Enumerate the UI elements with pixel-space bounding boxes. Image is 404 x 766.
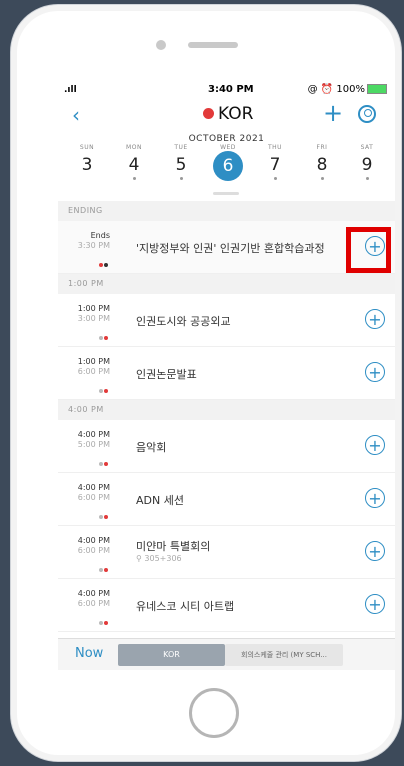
status-time: 3:40 PM [208,84,254,95]
day-fri[interactable]: FRI 8 [299,144,345,180]
event-row[interactable]: Ends 3:30 PM '지방정부와 인권' 인권기반 혼합학습과정 + [58,221,395,274]
day-tue[interactable]: TUE 5 [158,144,204,180]
event-dots [98,557,112,572]
event-dots [98,378,112,393]
battery-percent: 100% [336,84,365,95]
speaker-bar [188,42,238,48]
event-start: 1:00 PM [77,357,110,366]
event-dots [98,610,112,625]
event-start: 1:00 PM [77,304,110,313]
page-title: KOR [203,104,253,124]
event-dots [98,504,112,519]
tab-my-schedule[interactable]: 회의스케줄 관리 (MY SCH... [225,644,343,666]
day-thu[interactable]: THU 7 [252,144,298,180]
battery-icon [367,84,387,94]
event-title: ADN 세션 [136,494,184,507]
event-row[interactable]: 1:00 PM 3:00 PM 인권도시와 공공외교 + [58,294,395,347]
event-end: 6:00 PM [77,546,110,555]
back-icon[interactable]: ‹ [72,103,80,127]
event-end: 6:00 PM [77,367,110,376]
add-to-schedule-icon[interactable]: + [365,594,385,614]
event-start: 4:00 PM [77,536,110,545]
highlight-box [346,227,391,273]
status-right: @ ⏰ 100% [308,84,387,95]
selected-day-indicator [213,192,239,195]
now-button[interactable]: Now [75,646,103,661]
event-row[interactable]: 4:00 PM 6:00 PM 미얀마 특별회의 ⚲ 305+306 + [58,526,395,579]
day-wed-selected[interactable]: WED 6 [205,144,251,181]
event-dots [98,252,112,267]
event-end: 6:00 PM [77,493,110,502]
week-strip: SUN 3 MON 4 TUE 5 WED 6 THU 7 FRI 8 SAT 9 [58,144,395,192]
event-title: 음악회 [136,441,167,454]
event-end: 3:30 PM [77,241,110,250]
profile-icon[interactable] [358,105,376,123]
nav-bar: ‹ KOR + [58,99,395,131]
event-list: ENDING Ends 3:30 PM '지방정부와 인권' 인권기반 혼합학습… [58,201,395,632]
tab-kor[interactable]: KOR [118,644,225,666]
event-start: Ends [90,231,110,240]
event-row[interactable]: 4:00 PM 6:00 PM ADN 세션 + [58,473,395,526]
add-to-schedule-icon[interactable]: + [365,309,385,329]
add-icon[interactable]: + [323,99,343,127]
event-dots [98,325,112,340]
event-title: 유네스코 시티 아트랩 [136,600,235,613]
month-label: OCTOBER 2021 [188,134,265,144]
event-end: 5:00 PM [77,440,110,449]
event-end: 3:00 PM [77,314,110,323]
day-mon[interactable]: MON 4 [111,144,157,180]
event-start: 4:00 PM [77,589,110,598]
event-row[interactable]: 4:00 PM 6:00 PM 유네스코 시티 아트랩 + [58,579,395,632]
event-row[interactable]: 1:00 PM 6:00 PM 인권논문발표 + [58,347,395,400]
event-start: 4:00 PM [77,430,110,439]
bottom-bar: Now KOR 회의스케줄 관리 (MY SCH... [58,638,395,670]
add-to-schedule-icon[interactable]: + [365,541,385,561]
event-title: 인권도시와 공공외교 [136,315,231,328]
status-bar: .ıll 3:40 PM @ ⏰ 100% [58,81,395,99]
section-header: 1:00 PM [58,274,395,294]
camera-dot [156,40,166,50]
event-title: '지방정부와 인권' 인권기반 혼합학습과정 [136,242,325,255]
signal-icon: .ıll [64,85,77,95]
day-sat[interactable]: SAT 9 [344,144,390,180]
event-location: ⚲ 305+306 [136,554,182,563]
app-screen: .ıll 3:40 PM @ ⏰ 100% ‹ KOR + OCTOBER 20… [58,81,395,670]
day-sun[interactable]: SUN 3 [64,144,110,177]
event-start: 4:00 PM [77,483,110,492]
add-to-schedule-icon[interactable]: + [365,435,385,455]
phone-frame: .ıll 3:40 PM @ ⏰ 100% ‹ KOR + OCTOBER 20… [10,4,402,762]
add-to-schedule-icon[interactable]: + [365,488,385,508]
event-title: 인권논문발표 [136,368,197,381]
home-button[interactable] [189,688,239,738]
red-dot-icon [203,108,214,119]
event-row[interactable]: 4:00 PM 5:00 PM 음악회 + [58,420,395,473]
event-dots [98,451,112,466]
section-header: ENDING [58,201,395,221]
event-title: 미얀마 특별회의 [136,540,211,553]
add-to-schedule-icon[interactable]: + [365,362,385,382]
event-end: 6:00 PM [77,599,110,608]
section-header: 4:00 PM [58,400,395,420]
